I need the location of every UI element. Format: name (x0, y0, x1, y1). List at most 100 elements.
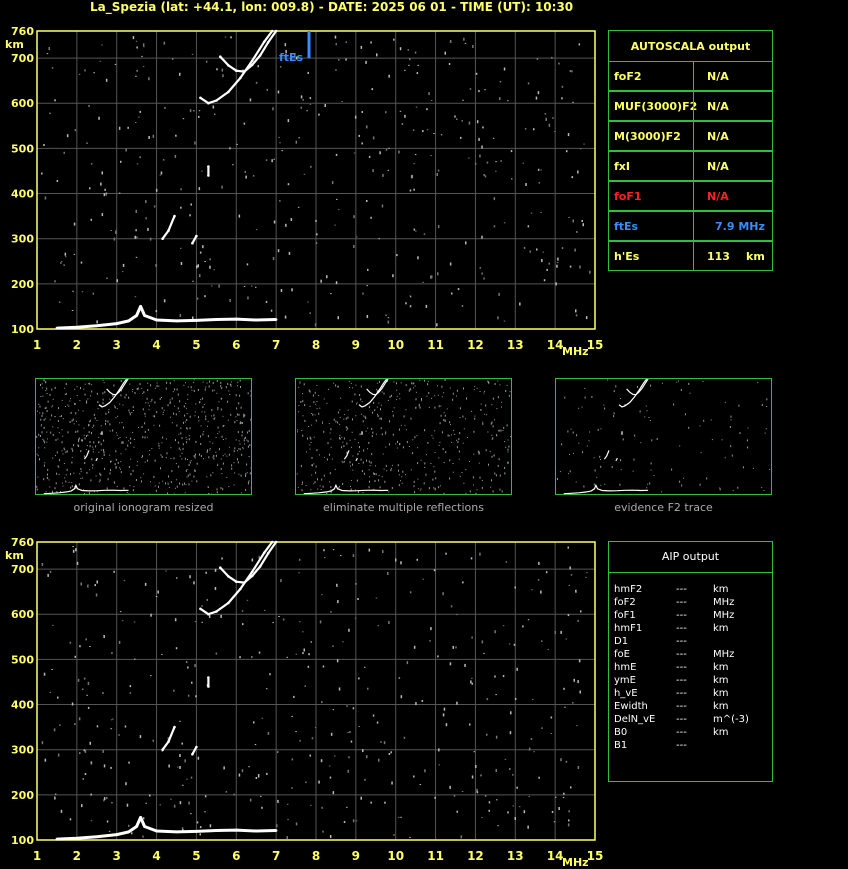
noise-speckle (368, 548, 371, 552)
thumb-speckle (79, 400, 81, 402)
aip-param: hmE (614, 662, 637, 673)
noise-speckle (59, 724, 61, 726)
autoscala-divider (693, 212, 694, 240)
thumb-speckle (405, 474, 406, 476)
thumb-speckle (180, 427, 182, 429)
thumb-speckle (186, 407, 187, 409)
thumb-speckle (111, 460, 113, 462)
thumb-speckle (466, 397, 467, 400)
thumb-speckle (501, 406, 502, 408)
thumb-speckle (189, 427, 191, 430)
thumb-speckle (193, 455, 195, 457)
noise-speckle (196, 265, 198, 269)
thumb-speckle (145, 402, 147, 404)
thumb-speckle (58, 473, 60, 475)
thumb-speckle (220, 381, 222, 384)
noise-speckle (280, 579, 282, 583)
noise-speckle (545, 117, 547, 121)
thumb-speckle (95, 475, 97, 477)
noise-speckle (576, 725, 578, 727)
trace-point (239, 587, 242, 591)
noise-speckle (51, 67, 54, 69)
thumb-speckle (739, 432, 741, 435)
noise-speckle (320, 759, 323, 763)
noise-speckle (142, 835, 144, 838)
thumb-speckle (322, 485, 324, 488)
thumb-speckle (221, 435, 223, 438)
noise-speckle (118, 126, 121, 130)
thumb-speckle (363, 415, 365, 417)
thumb-speckle (116, 486, 118, 488)
thumb-speckle (310, 489, 312, 491)
thumb-speckle (742, 466, 744, 469)
thumb-speckle (191, 480, 193, 482)
trace-point (235, 69, 238, 72)
thumb-speckle (410, 418, 412, 420)
noise-speckle (277, 90, 280, 94)
autoscala-divider (693, 62, 694, 90)
thumb-speckle (453, 429, 455, 431)
thumb-speckle (216, 488, 218, 491)
thumb-speckle (62, 453, 64, 455)
noise-speckle (382, 173, 384, 177)
noise-speckle (284, 43, 287, 47)
thumb-speckle (330, 486, 332, 488)
thumb-speckle (473, 389, 475, 391)
thumb-speckle (109, 472, 111, 475)
noise-speckle (106, 820, 109, 823)
noise-speckle (76, 561, 79, 565)
noise-speckle (61, 261, 63, 263)
thumb-speckle (369, 480, 370, 483)
thumb-speckle (146, 459, 148, 462)
noise-speckle (500, 160, 502, 162)
thumb-speckle (99, 479, 101, 482)
noise-speckle (522, 625, 524, 628)
noise-speckle (456, 701, 458, 705)
noise-speckle (81, 804, 83, 808)
noise-speckle (251, 656, 253, 658)
noise-speckle (475, 765, 477, 768)
trace-point (139, 816, 142, 819)
thumb-speckle (397, 440, 398, 443)
noise-speckle (361, 142, 363, 145)
autoscala-key: fxI (614, 160, 630, 173)
thumb-speckle (88, 492, 90, 494)
noise-speckle (135, 122, 137, 123)
thumb-speckle (764, 432, 766, 434)
noise-speckle (531, 698, 534, 700)
noise-speckle (473, 751, 475, 753)
thumb-speckle (91, 432, 92, 435)
thumb-speckle (350, 382, 352, 384)
noise-speckle (255, 286, 257, 288)
thumb-speckle (71, 482, 73, 484)
thumb-speckle (478, 452, 480, 455)
thumb-speckle (494, 383, 496, 385)
thumb-speckle (176, 388, 178, 391)
thumb-speckle (445, 451, 447, 454)
thumb-speckle (147, 389, 149, 392)
thumb-speckle (373, 473, 375, 475)
noise-speckle (555, 282, 557, 286)
noise-speckle (335, 43, 337, 46)
noise-speckle (299, 740, 301, 742)
noise-speckle (579, 148, 582, 150)
thumb-speckle (161, 407, 163, 410)
thumb-speckle (424, 429, 426, 432)
thumb-speckle (351, 431, 353, 433)
thumb-speckle (241, 422, 243, 424)
thumb-speckle (46, 438, 48, 440)
noise-speckle (179, 720, 181, 722)
thumb-speckle (440, 405, 442, 407)
noise-speckle (481, 817, 483, 819)
noise-speckle (468, 157, 470, 159)
thumb-speckle (346, 442, 348, 445)
thumb-speckle (147, 428, 149, 431)
noise-speckle (41, 741, 44, 745)
noise-speckle (561, 247, 564, 250)
thumb-speckle (188, 435, 190, 437)
noise-speckle (95, 593, 98, 597)
thumb-speckle (67, 431, 69, 434)
thumb-speckle (661, 491, 662, 493)
thumb-speckle (103, 454, 105, 456)
thumb-speckle (242, 446, 244, 448)
